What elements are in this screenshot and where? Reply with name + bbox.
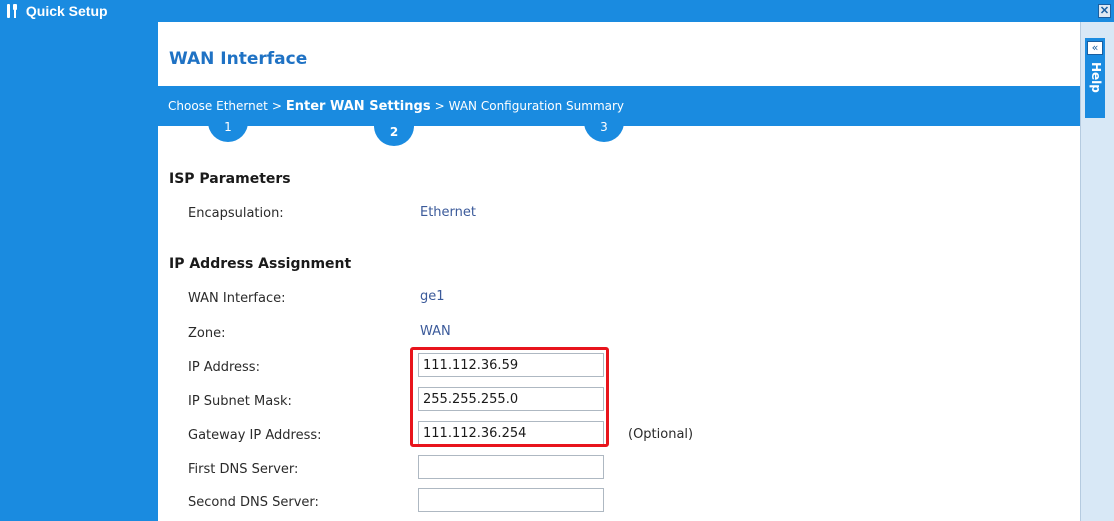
ip-address-input[interactable]	[418, 353, 604, 377]
encapsulation-value: Ethernet	[420, 205, 476, 220]
ip-address-label: IP Address:	[188, 360, 260, 375]
left-panel	[0, 22, 158, 521]
main-content: WAN Interface Choose Ethernet > Enter WAN …	[158, 22, 1080, 521]
step-number-3: 3	[584, 118, 624, 142]
zone-value: WAN	[420, 324, 451, 339]
first-dns-input[interactable]	[418, 455, 604, 479]
step-number-2: 2	[374, 122, 414, 146]
step-number-1: 1	[208, 118, 248, 142]
step-separator: >	[271, 99, 282, 113]
subnet-mask-label: IP Subnet Mask:	[188, 394, 292, 409]
quick-setup-icon	[7, 4, 17, 18]
zone-label: Zone:	[188, 326, 226, 341]
window-title: Quick Setup	[25, 3, 108, 19]
collapse-icon[interactable]: «	[1087, 41, 1103, 55]
step-wan-configuration-summary: WAN Configuration Summary	[448, 99, 625, 113]
help-tab[interactable]: « Help	[1085, 38, 1105, 118]
step-choose-ethernet: Choose Ethernet	[168, 99, 268, 113]
isp-parameters-heading: ISP Parameters	[169, 171, 291, 187]
help-label: Help	[1089, 62, 1103, 93]
close-button[interactable]: ✕	[1098, 4, 1111, 18]
ip-assignment-heading: IP Address Assignment	[169, 256, 352, 272]
second-dns-label: Second DNS Server:	[188, 495, 319, 510]
page-title: WAN Interface	[169, 49, 308, 69]
second-dns-input[interactable]	[418, 488, 604, 512]
wan-interface-value: ge1	[420, 289, 445, 304]
wan-interface-label: WAN Interface:	[188, 291, 286, 306]
encapsulation-label: Encapsulation:	[188, 206, 284, 221]
step-separator: >	[434, 99, 445, 113]
first-dns-label: First DNS Server:	[188, 462, 299, 477]
gateway-input[interactable]	[418, 421, 604, 445]
close-icon: ✕	[1099, 5, 1110, 17]
window-titlebar: Quick Setup ✕	[0, 0, 1114, 22]
step-enter-wan-settings: Enter WAN Settings	[285, 99, 431, 114]
subnet-mask-input[interactable]	[418, 387, 604, 411]
step-labels: Choose Ethernet > Enter WAN Settings > WAN C…	[168, 99, 624, 114]
gateway-label: Gateway IP Address:	[188, 428, 322, 443]
optional-label: (Optional)	[628, 427, 694, 442]
